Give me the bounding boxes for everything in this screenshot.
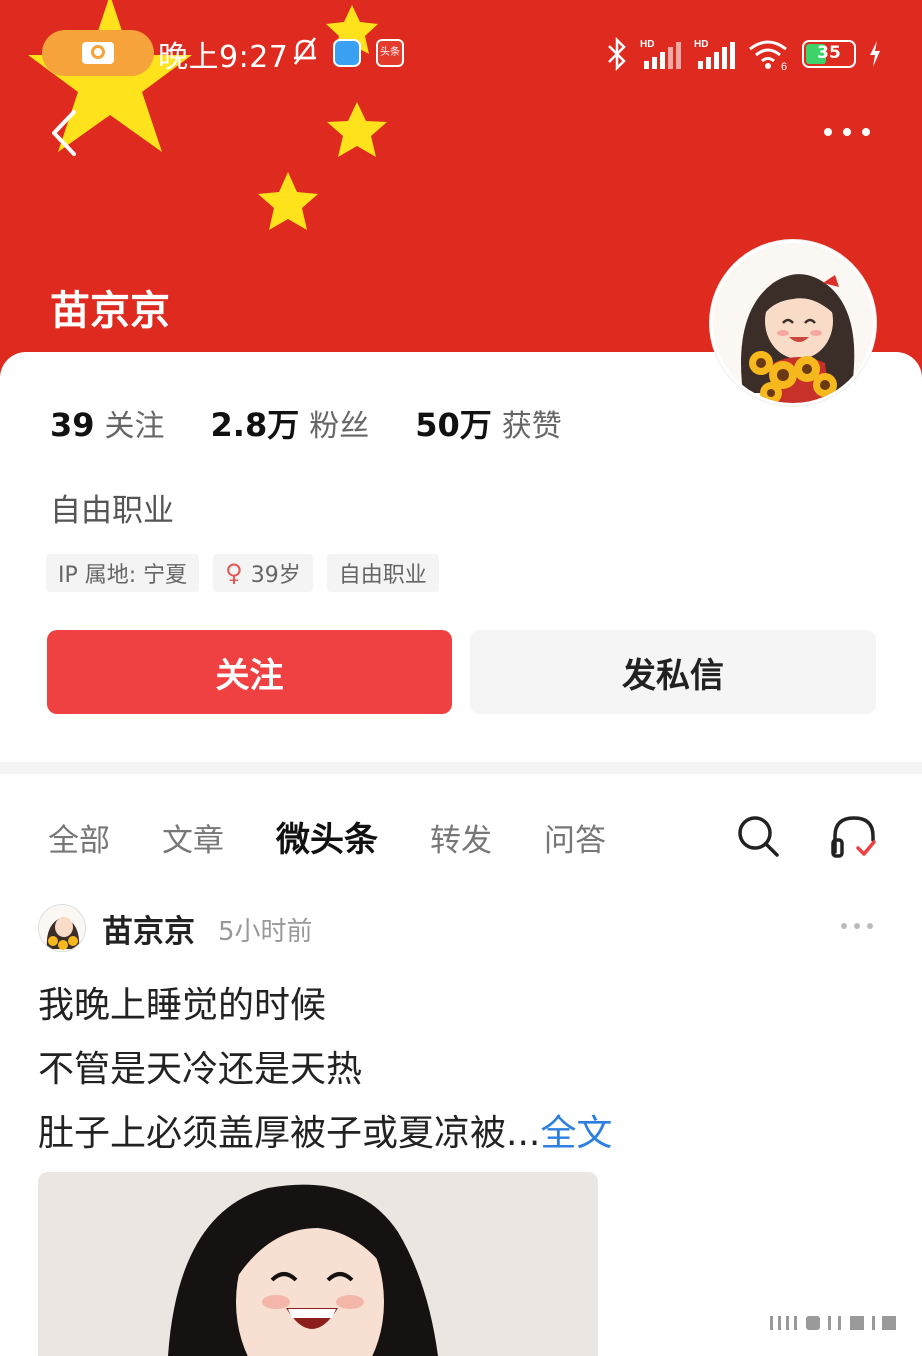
message-button[interactable]: 发私信 bbox=[470, 630, 876, 714]
battery-level: 35 bbox=[817, 43, 841, 63]
profile-bio: 自由职业 bbox=[50, 493, 174, 529]
post-more-icon[interactable] bbox=[840, 922, 874, 930]
stat-label: 关注 bbox=[104, 409, 165, 444]
tab-articles[interactable]: 文章 bbox=[162, 815, 224, 860]
wifi-icon: 6 bbox=[749, 40, 787, 71]
read-full-link[interactable]: 全文 bbox=[540, 1113, 612, 1154]
toutiao-app-icon: 头条 bbox=[376, 39, 404, 67]
svg-text:HD: HD bbox=[694, 39, 708, 50]
bluetooth-icon bbox=[608, 37, 626, 71]
section-divider bbox=[0, 762, 922, 774]
profile-tags: IP 属地: 宁夏 ♀ 39岁 自由职业 bbox=[46, 554, 439, 592]
content-tabs: 全部 文章 微头条 转发 问答 bbox=[48, 812, 658, 861]
post-line-last: 肚子上必须盖厚被子或夏凉被...全文 bbox=[38, 1102, 612, 1166]
tab-micro-posts[interactable]: 微头条 bbox=[276, 812, 378, 861]
tab-all[interactable]: 全部 bbox=[48, 815, 110, 860]
profile-name: 苗京京 bbox=[50, 288, 170, 334]
signal-icon: HD bbox=[640, 39, 681, 69]
post-timestamp: 5小时前 bbox=[218, 917, 313, 947]
status-time: 晚上9:27 bbox=[158, 40, 289, 75]
profile-avatar[interactable] bbox=[710, 240, 876, 406]
svg-text:HD: HD bbox=[640, 39, 654, 50]
svg-text:6: 6 bbox=[781, 61, 787, 71]
stat-label: 粉丝 bbox=[309, 409, 370, 444]
mute-bell-icon bbox=[294, 37, 316, 65]
tag-age-label: 39岁 bbox=[250, 563, 301, 588]
tag-occupation: 自由职业 bbox=[326, 554, 439, 592]
status-bar: 晚上9:27 头条 HD HD 6 35 bbox=[0, 22, 922, 84]
stat-number: 39 bbox=[50, 406, 95, 444]
tag-ip-location: IP 属地: 宁夏 bbox=[46, 554, 200, 592]
search-icon[interactable] bbox=[736, 814, 780, 858]
watermark-logo bbox=[764, 1312, 904, 1334]
stat-following[interactable]: 39 关注 bbox=[50, 401, 165, 445]
female-icon: ♀ bbox=[225, 559, 243, 587]
post-image[interactable] bbox=[38, 1172, 598, 1356]
post-line-text: 肚子上必须盖厚被子或夏凉被... bbox=[38, 1113, 541, 1154]
post-body[interactable]: 我晚上睡觉的时候 不管是天冷还是天热 肚子上必须盖厚被子或夏凉被...全文 bbox=[38, 974, 612, 1166]
back-icon[interactable] bbox=[48, 108, 82, 158]
charging-icon bbox=[870, 41, 880, 67]
more-icon[interactable] bbox=[822, 124, 872, 140]
stat-followers[interactable]: 2.8万 粉丝 bbox=[211, 400, 370, 446]
stat-likes[interactable]: 50万 获赞 bbox=[415, 400, 562, 446]
stat-label: 获赞 bbox=[501, 409, 562, 444]
headphone-icon[interactable] bbox=[830, 814, 878, 860]
stat-number: 2.8万 bbox=[210, 406, 300, 444]
post-line: 我晚上睡觉的时候 bbox=[38, 985, 327, 1026]
camera-icon[interactable] bbox=[42, 30, 154, 76]
tab-reposts[interactable]: 转发 bbox=[430, 815, 492, 860]
tag-age: ♀ 39岁 bbox=[213, 554, 313, 592]
battery-icon: 35 bbox=[802, 40, 856, 68]
post-author-avatar[interactable] bbox=[38, 904, 86, 952]
follow-button[interactable]: 关注 bbox=[47, 630, 452, 714]
signal-icon-2: HD bbox=[694, 39, 735, 69]
profile-stats: 39 关注 2.8万 粉丝 50万 获赞 bbox=[50, 400, 608, 446]
stat-number: 50万 bbox=[415, 406, 492, 444]
tab-qa[interactable]: 问答 bbox=[544, 815, 606, 860]
post-line: 不管是天冷还是天热 bbox=[38, 1049, 363, 1090]
message-app-icon bbox=[333, 39, 361, 67]
post-author-name[interactable]: 苗京京 bbox=[102, 906, 195, 951]
